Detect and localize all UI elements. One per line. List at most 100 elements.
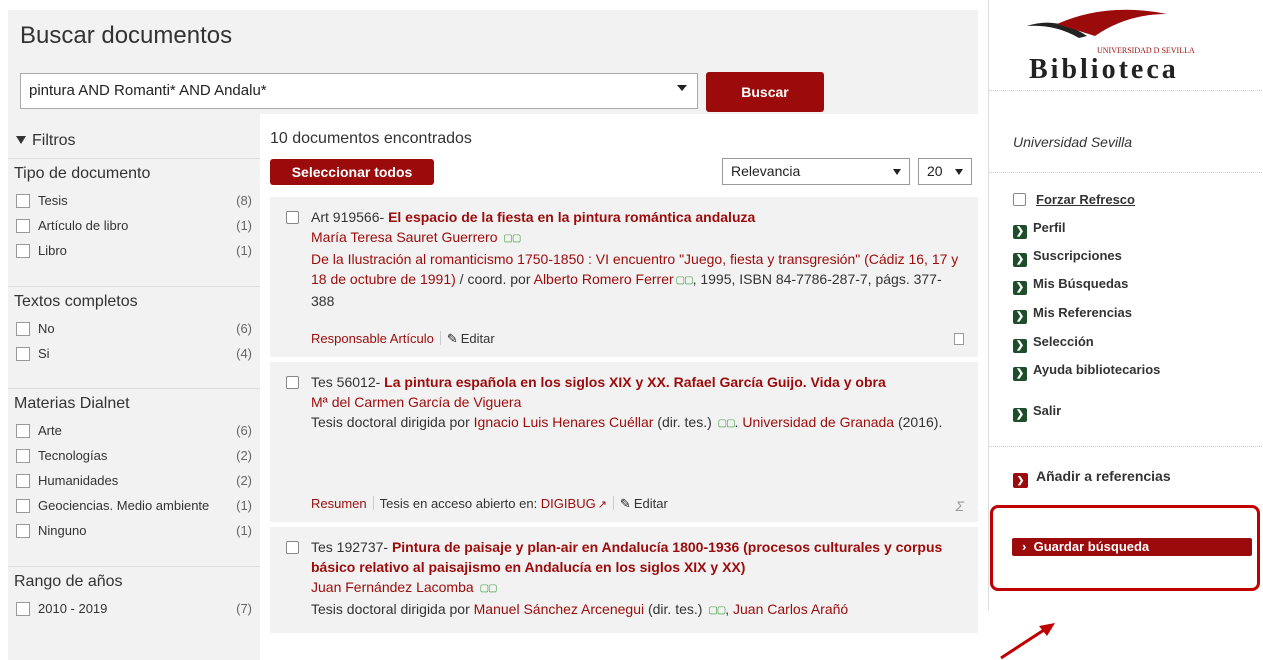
- sort-value: Relevancia: [731, 163, 801, 179]
- filters-header: Filtros: [16, 132, 76, 150]
- summary-icon[interactable]: Σ: [956, 496, 964, 516]
- network-icon[interactable]: ▢▢: [708, 601, 726, 621]
- filter-option[interactable]: Ninguno (1): [8, 518, 260, 543]
- result-id: Tes 56012-: [311, 374, 381, 390]
- checkbox[interactable]: [16, 424, 30, 438]
- chevron-down-icon[interactable]: [677, 85, 687, 91]
- checkbox[interactable]: [16, 524, 30, 538]
- result-title-link[interactable]: El espacio de la fiesta en la pintura ro…: [388, 209, 755, 225]
- network-icon[interactable]: ▢▢: [503, 229, 521, 249]
- director-link[interactable]: Manuel Sánchez Arcenegui: [474, 601, 644, 617]
- wrench-icon[interactable]: ✎: [447, 329, 458, 349]
- filter-count: (2): [236, 473, 252, 488]
- checkbox[interactable]: [16, 194, 30, 208]
- sidebar-item-suscripciones[interactable]: ❯ Suscripciones: [1013, 248, 1122, 267]
- checkbox[interactable]: [16, 449, 30, 463]
- sidebar-item-label: Perfil: [1033, 220, 1066, 235]
- filter-option[interactable]: Tecnologías (2): [8, 443, 260, 468]
- sidebar-item-mis-referencias[interactable]: ❯ Mis Referencias: [1013, 305, 1132, 324]
- filter-group-title: Textos completos: [8, 286, 260, 316]
- filter-group-doc-type: Tipo de documento Tesis (8) Artículo de l…: [8, 158, 260, 263]
- sidebar-item-perfil[interactable]: ❯ Perfil: [1013, 220, 1066, 239]
- edit-link[interactable]: Editar: [461, 331, 495, 346]
- document-icon[interactable]: [954, 333, 964, 345]
- thesis-text: Tesis doctoral dirigida por: [311, 414, 474, 430]
- filter-option[interactable]: No (6): [8, 316, 260, 341]
- responsible-link[interactable]: Responsable Artículo: [311, 331, 434, 346]
- result-body: Art 919566- El espacio de la fiesta en l…: [311, 207, 960, 311]
- filter-option[interactable]: Humanidades (2): [8, 468, 260, 493]
- filter-option[interactable]: Tesis (8): [8, 188, 260, 213]
- save-search-button[interactable]: › Guardar búsqueda: [1012, 538, 1252, 556]
- network-icon[interactable]: ▢▢: [480, 579, 498, 599]
- main-area: Buscar documentos pintura AND Romanti* A…: [0, 0, 978, 660]
- checkbox[interactable]: [16, 219, 30, 233]
- external-link-icon[interactable]: ↗: [598, 495, 607, 515]
- select-all-button[interactable]: Seleccionar todos: [270, 159, 434, 185]
- filter-group-title: Tipo de documento: [8, 158, 260, 188]
- checkbox[interactable]: [16, 244, 30, 258]
- checkbox[interactable]: [16, 602, 30, 616]
- result-checkbox[interactable]: [286, 376, 299, 389]
- source-text: / coord. por: [455, 271, 534, 287]
- result-title-link[interactable]: Pintura de paisaje y plan-air en Andaluc…: [311, 539, 942, 575]
- filter-option[interactable]: Artículo de libro (1): [8, 213, 260, 238]
- wrench-icon[interactable]: ✎: [620, 494, 631, 514]
- filter-label: Humanidades: [38, 473, 119, 488]
- force-refresh-option[interactable]: Forzar Refresco: [1013, 192, 1135, 208]
- digibug-link[interactable]: DIGIBUG: [541, 496, 596, 511]
- filter-group-title: Materias Dialnet: [8, 388, 260, 418]
- search-button[interactable]: Buscar: [706, 72, 824, 112]
- result-title-link[interactable]: La pintura española en los siglos XIX y …: [384, 374, 886, 390]
- chevron-right-icon: ›: [1022, 539, 1027, 554]
- codirector-link[interactable]: Juan Carlos Arañó: [733, 601, 848, 617]
- filter-option[interactable]: Arte (6): [8, 418, 260, 443]
- library-logo[interactable]: UNIVERSIDAD D SEVILLA Biblioteca: [1017, 6, 1227, 86]
- author-link[interactable]: María Teresa Sauret Guerrero: [311, 229, 498, 245]
- result-checkbox[interactable]: [286, 211, 299, 224]
- search-panel: Buscar documentos pintura AND Romanti* A…: [8, 10, 978, 114]
- result-actions: Resumen Tesis en acceso abierto en: DIGIB…: [311, 494, 668, 515]
- checkbox[interactable]: [1013, 193, 1026, 206]
- filter-option[interactable]: 2010 - 2019 (7): [8, 596, 260, 621]
- author-link[interactable]: Juan Fernández Lacomba: [311, 579, 474, 595]
- page-size-value: 20: [927, 163, 943, 179]
- filter-count: (1): [236, 243, 252, 258]
- network-icon[interactable]: ▢▢: [676, 271, 694, 291]
- thesis-role: (dir. tes.): [653, 414, 716, 430]
- university-link[interactable]: Universidad de Granada: [742, 414, 894, 430]
- checkbox[interactable]: [16, 499, 30, 513]
- sidebar-item-ayuda[interactable]: ❯ Ayuda bibliotecarios: [1013, 362, 1160, 381]
- edit-link[interactable]: Editar: [634, 496, 668, 511]
- filter-label: Si: [38, 346, 50, 361]
- chevron-down-icon: [955, 169, 963, 175]
- author-link[interactable]: Mª del Carmen García de Viguera: [311, 394, 521, 410]
- filter-group-full-text: Textos completos No (6) Si (4): [8, 286, 260, 366]
- search-input[interactable]: pintura AND Romanti* AND Andalu*: [20, 73, 698, 109]
- filter-option[interactable]: Si (4): [8, 341, 260, 366]
- thesis-sep: ,: [725, 601, 734, 617]
- director-link[interactable]: Ignacio Luis Henares Cuéllar: [474, 414, 654, 430]
- checkbox[interactable]: [16, 322, 30, 336]
- sidebar-item-seleccion[interactable]: ❯ Selección: [1013, 334, 1094, 353]
- network-icon[interactable]: ▢▢: [718, 414, 736, 434]
- checkbox[interactable]: [16, 347, 30, 361]
- thesis-role: (dir. tes.): [644, 601, 707, 617]
- sidebar-item-salir[interactable]: ❯ Salir: [1013, 403, 1061, 422]
- filter-label: Tecnologías: [38, 448, 108, 463]
- result-item: Tes 192737- Pintura de paisaje y plan-ai…: [270, 527, 978, 633]
- page-size-select[interactable]: 20: [918, 158, 972, 185]
- abstract-link[interactable]: Resumen: [311, 496, 367, 511]
- editor-link[interactable]: Alberto Romero Ferrer: [534, 271, 674, 287]
- sort-select[interactable]: Relevancia: [722, 158, 910, 185]
- result-checkbox[interactable]: [286, 541, 299, 554]
- filter-option[interactable]: Geociencias. Medio ambiente (1): [8, 493, 260, 518]
- filter-count: (1): [236, 498, 252, 513]
- add-references-label: Añadir a referencias: [1036, 468, 1171, 484]
- add-references-button[interactable]: ❯ Añadir a referencias: [1013, 468, 1171, 488]
- filter-label: Tesis: [38, 193, 68, 208]
- checkbox[interactable]: [16, 474, 30, 488]
- filter-count: (6): [236, 321, 252, 336]
- filter-option[interactable]: Libro (1): [8, 238, 260, 263]
- sidebar-item-mis-busquedas[interactable]: ❯ Mis Búsquedas: [1013, 276, 1128, 295]
